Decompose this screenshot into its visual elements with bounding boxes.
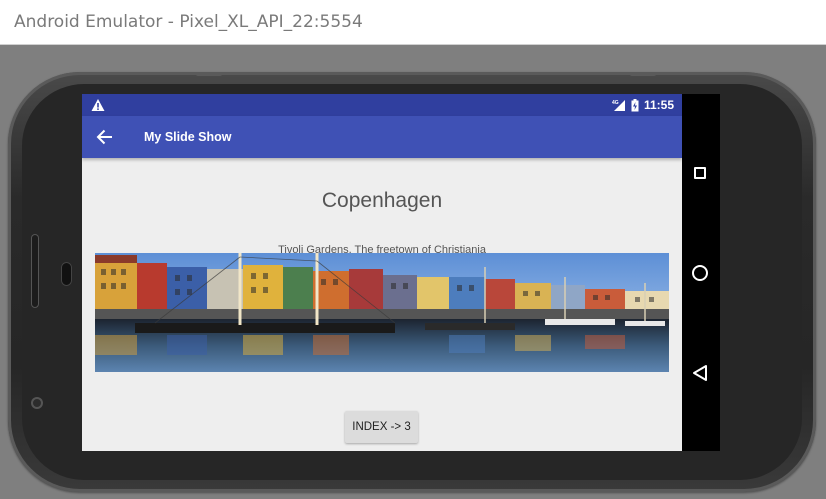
battery-icon [631, 98, 639, 111]
status-time: 11:55 [643, 98, 674, 112]
warning-triangle-icon [91, 99, 105, 111]
arrow-left-icon[interactable] [96, 128, 114, 146]
device-screen: 4G 11:55 My Slide Show Copenhagen Tivoli… [82, 94, 682, 451]
cell-signal-icon: 4G [612, 100, 625, 111]
triangle-back-icon[interactable] [692, 364, 708, 382]
sensor-icon [31, 397, 43, 409]
speaker-grille-left [196, 72, 222, 76]
toolbar-title: My Slide Show [144, 130, 232, 144]
index-button[interactable]: INDEX -> 3 [345, 411, 418, 443]
slide-heading: Copenhagen [321, 189, 443, 212]
front-camera [61, 262, 72, 286]
status-indicators: 4G 11:55 [612, 97, 674, 113]
circle-icon[interactable] [692, 265, 708, 281]
app-toolbar: My Slide Show [82, 116, 682, 158]
network-type: 4G [612, 100, 619, 106]
speaker-grille-right [630, 72, 656, 76]
navigation-bar [682, 94, 720, 451]
speaker-slot [31, 234, 39, 308]
slide-image [95, 253, 669, 372]
square-icon[interactable] [694, 167, 706, 179]
status-bar: 4G 11:55 [82, 94, 682, 116]
emulator-title-bar: Android Emulator - Pixel_XL_API_22:5554 [0, 0, 826, 45]
window-title: Android Emulator - Pixel_XL_API_22:5554 [14, 12, 363, 32]
